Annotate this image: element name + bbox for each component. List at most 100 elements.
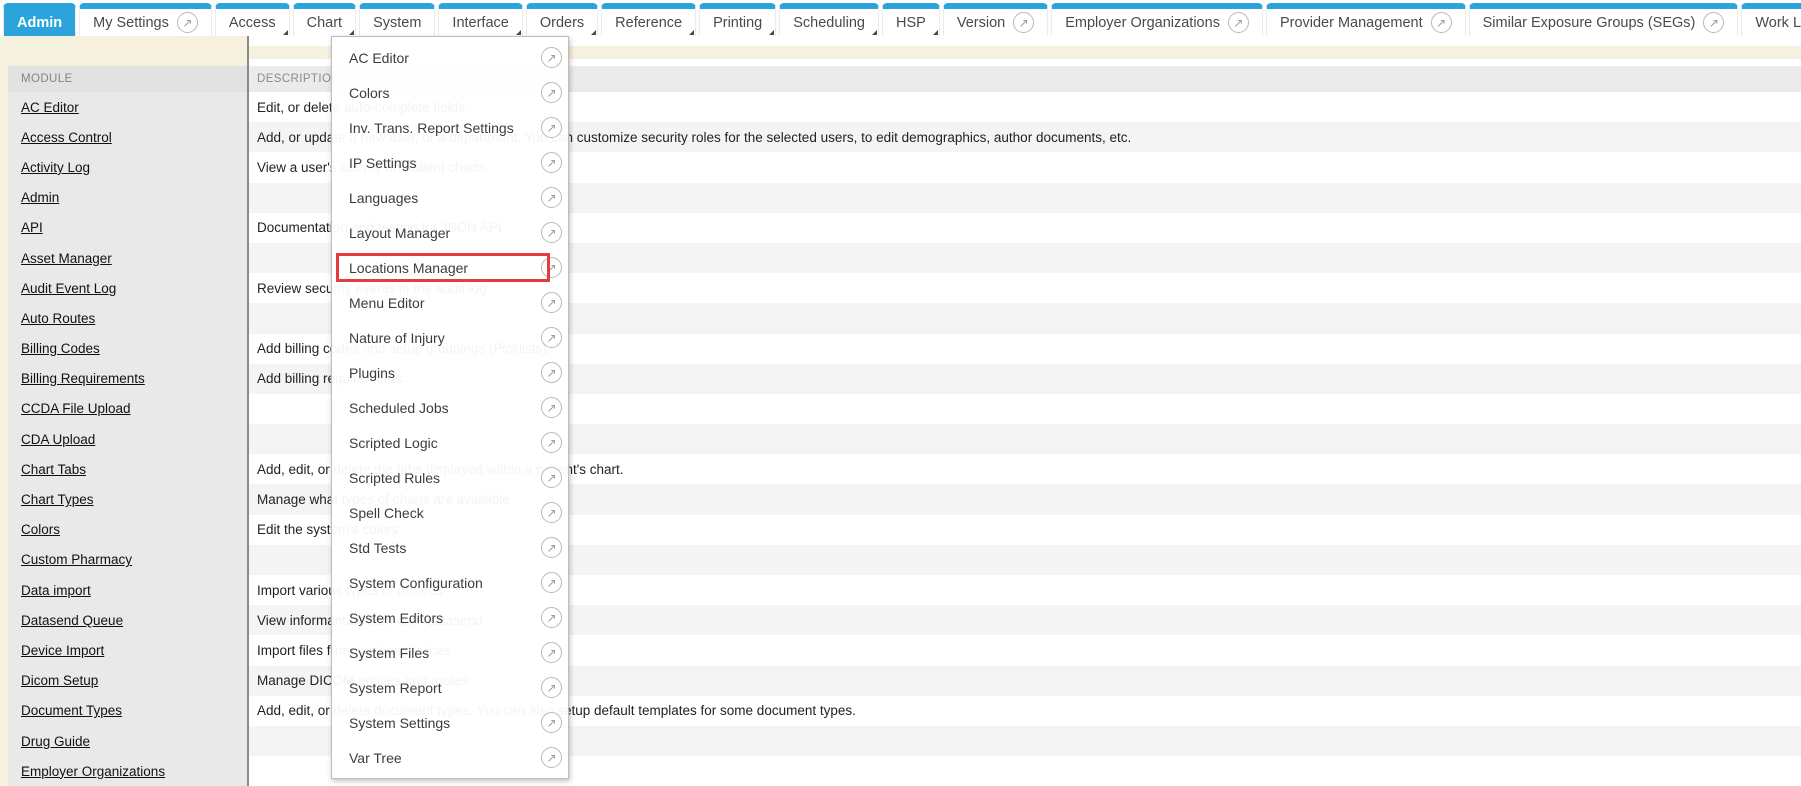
open-in-new-window-icon[interactable]: ↗ — [1228, 12, 1249, 33]
open-in-new-window-icon[interactable]: ↗ — [541, 222, 562, 243]
open-in-new-window-icon[interactable]: ↗ — [1013, 12, 1034, 33]
menu-item-label: System Editors — [332, 610, 541, 626]
module-link[interactable]: API — [21, 220, 43, 235]
module-link[interactable]: CDA Upload — [21, 432, 95, 447]
sidebar-item-api: API — [8, 213, 247, 243]
tab-hsp[interactable]: HSP — [882, 3, 940, 36]
menu-item-system-editors[interactable]: System Editors↗ — [332, 600, 568, 635]
menu-item-colors[interactable]: Colors↗ — [332, 75, 568, 110]
tab-reference[interactable]: Reference — [601, 3, 696, 36]
open-in-new-window-icon[interactable]: ↗ — [541, 117, 562, 138]
menu-item-system-files[interactable]: System Files↗ — [332, 635, 568, 670]
menu-item-layout-manager[interactable]: Layout Manager↗ — [332, 215, 568, 250]
open-in-new-window-icon[interactable]: ↗ — [541, 327, 562, 348]
module-link[interactable]: AC Editor — [21, 100, 79, 115]
menu-item-languages[interactable]: Languages↗ — [332, 180, 568, 215]
menu-item-plugins[interactable]: Plugins↗ — [332, 355, 568, 390]
module-link[interactable]: Dicom Setup — [21, 673, 98, 688]
module-link[interactable]: Auto Routes — [21, 311, 95, 326]
module-link[interactable]: Chart Types — [21, 492, 94, 507]
tab-provider-management[interactable]: Provider Management ↗ — [1266, 3, 1466, 36]
module-link[interactable]: Admin — [21, 190, 59, 205]
menu-item-locations-manager[interactable]: Locations Manager↗ — [332, 250, 568, 285]
tab-label: Provider Management — [1280, 15, 1423, 31]
submenu-corner-triangle-icon — [872, 30, 877, 35]
menu-item-menu-editor[interactable]: Menu Editor↗ — [332, 285, 568, 320]
menu-item-inv-trans-report-settings[interactable]: Inv. Trans. Report Settings↗ — [332, 110, 568, 145]
module-link[interactable]: Asset Manager — [21, 251, 112, 266]
open-in-new-window-icon[interactable]: ↗ — [541, 747, 562, 768]
open-in-new-window-icon[interactable]: ↗ — [541, 502, 562, 523]
open-in-new-window-icon[interactable]: ↗ — [541, 642, 562, 663]
open-in-new-window-icon[interactable]: ↗ — [541, 152, 562, 173]
tab-access[interactable]: Access — [215, 3, 290, 36]
tab-printing[interactable]: Printing — [699, 3, 776, 36]
tab-version[interactable]: Version ↗ — [943, 3, 1048, 36]
module-link[interactable]: Data import — [21, 583, 91, 598]
tab-interface[interactable]: Interface — [438, 3, 522, 36]
tab-work-locations[interactable]: Work Locations↗ — [1741, 3, 1801, 36]
tab-label: Printing — [713, 15, 762, 31]
module-link[interactable]: Document Types — [21, 703, 122, 718]
open-in-new-window-icon[interactable]: ↗ — [541, 537, 562, 558]
open-in-new-window-icon[interactable]: ↗ — [541, 712, 562, 733]
module-link[interactable]: Access Control — [21, 130, 112, 145]
menu-item-ac-editor[interactable]: AC Editor↗ — [332, 40, 568, 75]
menu-item-spell-check[interactable]: Spell Check↗ — [332, 495, 568, 530]
module-link[interactable]: Activity Log — [21, 160, 90, 175]
tab-similar-exposure-groups-segs[interactable]: Similar Exposure Groups (SEGs)↗ — [1469, 3, 1739, 36]
menu-item-scheduled-jobs[interactable]: Scheduled Jobs↗ — [332, 390, 568, 425]
open-in-new-window-icon[interactable]: ↗ — [541, 47, 562, 68]
tab-my-settings[interactable]: My Settings↗ — [79, 3, 212, 36]
module-link[interactable]: Billing Codes — [21, 341, 100, 356]
module-link[interactable]: Datasend Queue — [21, 613, 123, 628]
menu-item-system-report[interactable]: System Report↗ — [332, 670, 568, 705]
tab-label: Version — [957, 15, 1005, 31]
module-link[interactable]: Colors — [21, 522, 60, 537]
sidebar-item-employer-organizations: Employer Organizations — [8, 756, 247, 786]
open-in-new-window-icon[interactable]: ↗ — [541, 82, 562, 103]
module-link[interactable]: Custom Pharmacy — [21, 552, 132, 567]
open-in-new-window-icon[interactable]: ↗ — [541, 397, 562, 418]
module-link[interactable]: Drug Guide — [21, 734, 90, 749]
sidebar-item-asset-manager: Asset Manager — [8, 243, 247, 273]
menu-item-system-settings[interactable]: System Settings↗ — [332, 705, 568, 740]
system-dropdown-menu: AC Editor↗Colors↗Inv. Trans. Report Sett… — [331, 36, 569, 779]
open-in-new-window-icon[interactable]: ↗ — [541, 292, 562, 313]
open-in-new-window-icon[interactable]: ↗ — [541, 362, 562, 383]
tab-system[interactable]: System — [359, 3, 435, 36]
module-list: MODULE AC EditorAccess ControlActivity L… — [8, 66, 247, 786]
open-in-new-window-icon[interactable]: ↗ — [1703, 12, 1724, 33]
menu-item-scripted-rules[interactable]: Scripted Rules↗ — [332, 460, 568, 495]
module-link[interactable]: Audit Event Log — [21, 281, 116, 296]
open-in-new-window-icon[interactable]: ↗ — [541, 467, 562, 488]
open-in-new-window-icon[interactable]: ↗ — [541, 572, 562, 593]
tab-scheduling[interactable]: Scheduling — [779, 3, 879, 36]
open-in-new-window-icon[interactable]: ↗ — [177, 12, 198, 33]
tab-label: Orders — [540, 15, 584, 31]
module-link[interactable]: Employer Organizations — [21, 764, 165, 779]
menu-item-system-configuration[interactable]: System Configuration↗ — [332, 565, 568, 600]
module-link[interactable]: Chart Tabs — [21, 462, 86, 477]
module-link[interactable]: CCDA File Upload — [21, 401, 131, 416]
menu-item-std-tests[interactable]: Std Tests↗ — [332, 530, 568, 565]
tab-orders[interactable]: Orders — [526, 3, 598, 36]
menu-item-nature-of-injury[interactable]: Nature of Injury↗ — [332, 320, 568, 355]
content-area: MODULE AC EditorAccess ControlActivity L… — [0, 36, 1801, 786]
tab-admin[interactable]: Admin — [3, 3, 76, 36]
open-in-new-window-icon[interactable]: ↗ — [541, 607, 562, 628]
module-link[interactable]: Billing Requirements — [21, 371, 145, 386]
open-in-new-window-icon[interactable]: ↗ — [541, 187, 562, 208]
module-link[interactable]: Device Import — [21, 643, 104, 658]
open-in-new-window-icon[interactable]: ↗ — [541, 677, 562, 698]
tab-chart[interactable]: Chart — [293, 3, 356, 36]
open-in-new-window-icon[interactable]: ↗ — [541, 432, 562, 453]
tab-label: Employer Organizations — [1065, 15, 1220, 31]
menu-item-label: Plugins — [332, 365, 541, 381]
open-in-new-window-icon[interactable]: ↗ — [1431, 12, 1452, 33]
tab-employer-organizations[interactable]: Employer Organizations ↗ — [1051, 3, 1263, 36]
menu-item-var-tree[interactable]: Var Tree↗ — [332, 740, 568, 775]
menu-item-scripted-logic[interactable]: Scripted Logic↗ — [332, 425, 568, 460]
menu-item-ip-settings[interactable]: IP Settings↗ — [332, 145, 568, 180]
open-in-new-window-icon[interactable]: ↗ — [541, 257, 562, 278]
